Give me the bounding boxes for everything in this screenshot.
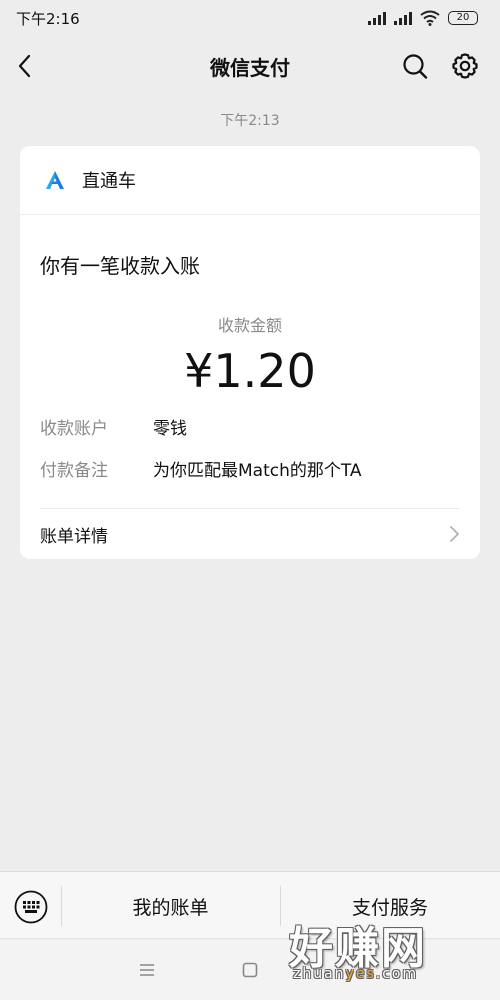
amount-value: ¥1.20 — [184, 344, 316, 398]
battery-icon: 20 — [448, 11, 478, 25]
detail-row-account: 收款账户 零钱 — [40, 414, 187, 439]
card-header: 直通车 — [20, 146, 480, 215]
watermark: 好赚网 zhuanyes.com — [289, 912, 489, 992]
detail-key: 付款备注 — [40, 461, 108, 481]
gear-icon[interactable] — [451, 52, 479, 80]
amount-label: 收款金额 — [217, 316, 282, 335]
chevron-right-icon — [450, 526, 459, 542]
watermark-url: zhuanyes.com — [293, 966, 418, 982]
bill-details-link[interactable]: 账单详情 — [20, 509, 480, 559]
signal-icon — [368, 11, 386, 25]
card-source-name: 直通车 — [82, 171, 136, 192]
menu-my-bills[interactable]: 我的账单 — [61, 872, 280, 940]
search-icon[interactable] — [402, 52, 428, 80]
detail-value: 零钱 — [153, 419, 187, 439]
wifi-icon — [420, 10, 440, 26]
keyboard-icon[interactable] — [14, 890, 48, 924]
menu-lines-icon[interactable] — [137, 960, 157, 980]
detail-value: 为你匹配最Match的那个TA — [153, 461, 362, 481]
payment-notification-card[interactable]: 直通车 你有一笔收款入账 收款金额 ¥1.20 收款账户 零钱 付款备注 为你匹… — [20, 146, 480, 559]
back-icon[interactable] — [14, 52, 38, 80]
detail-row-remark: 付款备注 为你匹配最Match的那个TA — [40, 456, 362, 481]
message-timestamp: 下午2:13 — [220, 113, 280, 129]
nav-bar: 微信支付 — [0, 36, 500, 96]
home-square-icon[interactable] — [240, 960, 260, 980]
signal-icon — [394, 11, 412, 25]
watermark-url-part: zhuan — [293, 966, 346, 982]
bill-details-label: 账单详情 — [40, 526, 108, 547]
card-heading: 你有一笔收款入账 — [40, 254, 200, 278]
status-icons: 20 — [368, 10, 478, 26]
status-time: 下午2:16 — [16, 9, 80, 28]
detail-key: 收款账户 — [40, 419, 108, 439]
page-title: 微信支付 — [210, 55, 290, 80]
status-bar: 下午2:16 20 — [0, 0, 500, 36]
watermark-url-accent: yes — [345, 966, 376, 982]
watermark-url-part: .com — [375, 966, 419, 982]
app-logo-icon — [46, 171, 64, 189]
